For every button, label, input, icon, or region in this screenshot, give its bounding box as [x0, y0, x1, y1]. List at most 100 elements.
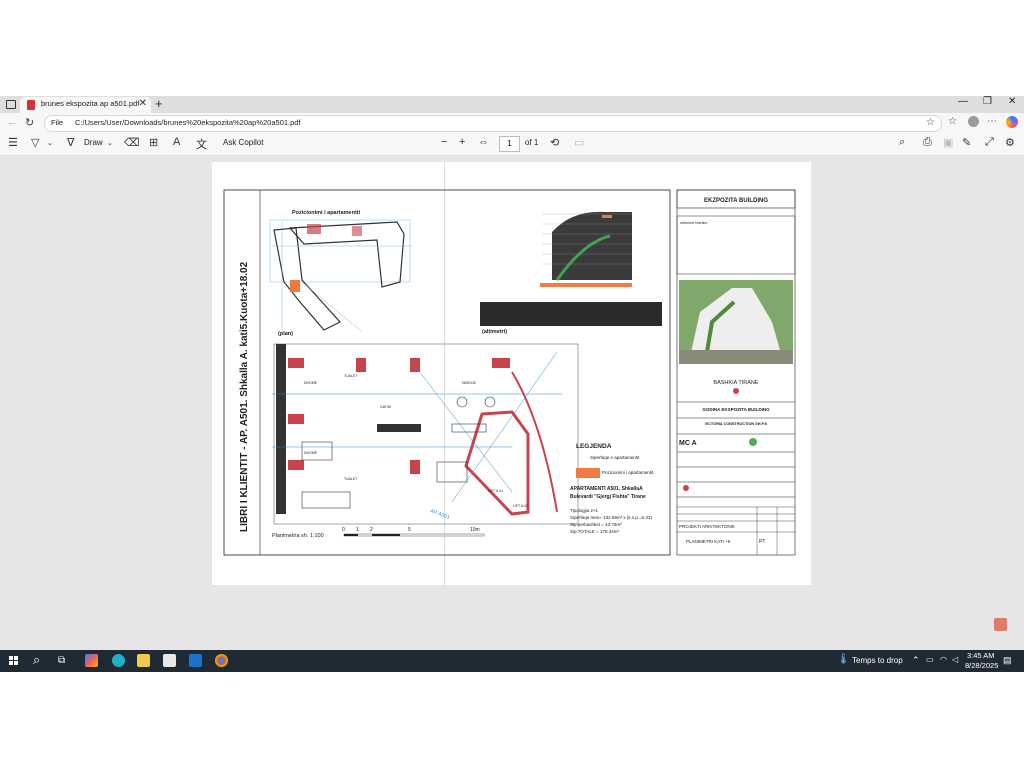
outlook-icon[interactable]	[189, 654, 202, 667]
draw-button[interactable]: Draw	[84, 138, 103, 147]
room-label-3: GATIM	[380, 405, 391, 409]
restore-icon[interactable]: ❐	[983, 96, 992, 107]
total-area: Sip.TOTALE = 176.34m²	[570, 529, 619, 534]
legend-area-label: Siperfaqe e apartamentit	[590, 455, 640, 460]
room-label-6: TUALET	[344, 477, 358, 481]
room-label-5: DHOME	[304, 451, 318, 455]
favorite-star-icon[interactable]: ☆	[926, 117, 935, 128]
highlight-icon[interactable]: ▽	[31, 136, 39, 149]
sheet-code: PT	[759, 539, 765, 545]
elevation-floor-marker	[540, 283, 632, 287]
tray-volume-icon[interactable]: ◁	[952, 655, 958, 664]
scale-tick-4: 10m	[470, 527, 480, 533]
balcony-area: Sip.perbashket = 43.75m²	[570, 522, 622, 527]
page-count-label: of 1	[525, 138, 539, 147]
print-icon[interactable]: ⎙	[923, 136, 932, 149]
fit-page-icon[interactable]: ⇔	[478, 136, 489, 148]
copilot-taskbar-icon[interactable]	[85, 654, 98, 667]
net-area: Siperfaqe neto= 132.59m² x (k.s.p.=0.33)	[570, 515, 653, 520]
url-text[interactable]: C:/Users/User/Downloads/brunes%20ekspozi…	[75, 118, 301, 127]
close-tab-icon[interactable]: ✕	[139, 98, 147, 109]
refresh-icon[interactable]: ↻	[25, 116, 34, 129]
zoom-in-icon[interactable]: +	[459, 136, 465, 148]
drawing-sheet: LIBRI I KLIENTIT - AP. A501. Shkalla A. …	[223, 189, 796, 556]
altimetri-caption: (altimetri)	[482, 329, 507, 335]
close-window-icon[interactable]: ✕	[1008, 96, 1016, 107]
apartment-floor-plan: DHOME TUALET GATIM NDENJE DHOME TUALET L…	[272, 343, 579, 525]
favorites-icon[interactable]: ☆	[948, 116, 957, 127]
save-as-icon[interactable]: ✎	[962, 136, 971, 149]
tray-chevron-icon[interactable]: ⌃	[912, 655, 920, 666]
tray-network-icon[interactable]: ▭	[926, 655, 934, 664]
clock-date[interactable]: 8/28/2025	[965, 661, 998, 670]
screen: brunes ekspozita ap a501.pdf ✕ + — ❐ ✕ ←…	[0, 96, 1024, 672]
save-icon[interactable]: ▣	[943, 136, 953, 149]
two-page-icon[interactable]: ▭	[574, 136, 584, 149]
search-icon[interactable]: ⌕	[899, 136, 905, 149]
weather-text[interactable]: Temps to drop	[852, 656, 903, 665]
zoom-out-icon[interactable]: −	[441, 136, 447, 148]
pdf-toolbar: ☰ ▽ ⌄ ∇ Draw ⌄ ⌫ ⊞ A 文 Ask Copilot − + ⇔…	[0, 133, 1024, 156]
draw-icon[interactable]: ∇	[67, 136, 74, 149]
translate-icon[interactable]: 文	[196, 136, 207, 152]
room-label-4: NDENJE	[462, 381, 477, 385]
edge-icon[interactable]	[112, 654, 125, 667]
address-bar-row: ← ↻ File C:/Users/User/Downloads/brunes%…	[0, 113, 1024, 133]
minimize-icon[interactable]: —	[958, 96, 968, 107]
scale-tick-0: 0	[342, 527, 345, 533]
positioning-label: Pozicionimi i apartamentit	[292, 210, 360, 216]
draw-dropdown-icon[interactable]: ⌄	[107, 139, 113, 147]
chrome-icon[interactable]	[215, 654, 228, 667]
settings-gear-icon[interactable]: ⚙	[1005, 136, 1015, 149]
acrobat-icon[interactable]	[994, 618, 1007, 631]
scale-tick-1: 1	[356, 527, 359, 533]
erase-icon[interactable]: ⌫	[124, 136, 140, 149]
back-icon[interactable]: ←	[7, 116, 18, 128]
more-menu-icon[interactable]: ⋯	[987, 116, 997, 127]
building-name: GODINA EKSPOZITA BUILDING	[702, 407, 770, 412]
copilot-icon[interactable]	[1006, 116, 1018, 128]
room-label-2: TUALET	[344, 374, 358, 378]
site-plan: Pozicionimi i apartamentit (plan)	[269, 210, 412, 337]
notifications-icon[interactable]: ▤	[1003, 655, 1012, 666]
store-icon[interactable]	[163, 654, 176, 667]
page-view-icon[interactable]: ⊞	[149, 136, 158, 149]
weather-icon[interactable]: 🌡	[837, 654, 850, 665]
apartment-position-marker	[290, 280, 300, 292]
apartment-address: Bulevardi "Gjergj Fishta" Tirane	[570, 494, 646, 500]
lift-label-2: LIFT A.02	[513, 504, 528, 508]
browser-tab-bar: brunes ekspozita ap a501.pdf ✕ + — ❐ ✕	[0, 96, 1024, 113]
rotate-icon[interactable]: ⟲	[550, 136, 559, 149]
new-tab-button[interactable]: +	[155, 96, 163, 111]
fullscreen-icon[interactable]: ⤢	[985, 136, 994, 149]
plan-scale-label: Planimetria sh. 1:100	[272, 533, 324, 539]
contents-icon[interactable]: ☰	[8, 136, 18, 149]
room-label-1: DHOME	[304, 381, 318, 385]
legend-orange-swatch	[576, 468, 600, 478]
start-icon[interactable]	[9, 656, 19, 666]
task-view-icon[interactable]: ⧉	[58, 655, 65, 666]
scale-tick-3: 5	[408, 527, 411, 533]
address-bar[interactable]: File C:/Users/User/Downloads/brunes%20ek…	[44, 115, 942, 132]
tab-pdf[interactable]: brunes ekspozita ap a501.pdf ✕	[20, 97, 151, 113]
lift-label-1: LIFT A.01	[488, 489, 503, 493]
windows-taskbar: ⌕ ⧉ 🌡 Temps to drop ⌃ ▭ ◠ ◁ 3:45 AM 8/28…	[0, 650, 1024, 672]
file-explorer-icon[interactable]	[137, 654, 150, 667]
tab-actions-icon[interactable]	[6, 100, 16, 109]
pdf-file-icon	[27, 100, 35, 110]
client-book-title: LIBRI I KLIENTIT - AP. A501. Shkalla A. …	[239, 261, 250, 532]
clock-time[interactable]: 3:45 AM	[967, 651, 995, 660]
read-aloud-icon[interactable]: A	[173, 136, 180, 148]
page-number-input[interactable]: 1	[499, 136, 520, 152]
title-block: EKZPOZITA BUILDING shënime teknike BASHK…	[676, 189, 796, 556]
highlight-dropdown-icon[interactable]: ⌄	[47, 139, 53, 147]
plan-caption: (plan)	[278, 331, 293, 337]
pdf-page: LIBRI I KLIENTIT - AP. A501. Shkalla A. …	[212, 162, 811, 585]
search-taskbar-icon[interactable]: ⌕	[33, 652, 40, 668]
scale-bar: Planimetria sh. 1:100 0 1 2 5 10m	[272, 527, 485, 539]
tray-wifi-icon[interactable]: ◠	[940, 655, 947, 664]
municipality: BASHKIA TIRANE	[713, 380, 758, 386]
building-elevation: (altimetri)	[480, 211, 662, 335]
ask-copilot-button[interactable]: Ask Copilot	[223, 138, 263, 147]
profile-avatar[interactable]	[968, 116, 979, 127]
